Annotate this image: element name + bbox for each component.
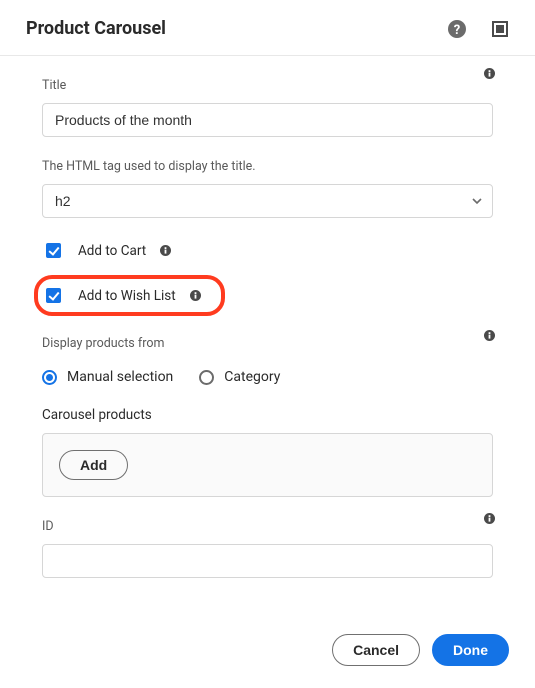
id-input[interactable] (42, 544, 493, 578)
add-button[interactable]: Add (59, 450, 128, 480)
help-icon[interactable]: ? (447, 19, 467, 39)
html-tag-select[interactable]: h2 (42, 184, 493, 218)
title-label: Title (42, 78, 493, 93)
id-field: ID (42, 519, 493, 578)
info-icon[interactable] (484, 330, 495, 341)
info-icon[interactable] (190, 290, 201, 301)
cancel-button[interactable]: Cancel (332, 634, 420, 666)
add-to-cart-row: Add to Cart (42, 240, 493, 261)
html-tag-hint: The HTML tag used to display the title. (42, 159, 493, 174)
add-to-cart-label: Add to Cart (78, 243, 146, 259)
radio-category-input[interactable] (199, 370, 214, 385)
html-tag-field: The HTML tag used to display the title. … (42, 159, 493, 218)
add-to-wish-list-checkbox[interactable] (46, 288, 61, 303)
radio-category-label: Category (224, 369, 280, 385)
add-to-cart-checkbox[interactable] (46, 243, 61, 258)
display-from-field: Display products from Manual selection C… (42, 336, 493, 385)
svg-text:?: ? (454, 23, 460, 38)
dialog-footer: Cancel Done (0, 614, 535, 688)
info-icon[interactable] (484, 68, 495, 79)
carousel-products-label: Carousel products (42, 407, 493, 423)
carousel-products-field: Carousel products Add (42, 407, 493, 497)
dialog-header: Product Carousel ? (0, 0, 535, 56)
display-from-radio-group: Manual selection Category (42, 369, 493, 385)
title-input[interactable] (42, 103, 493, 137)
add-to-wish-list-label: Add to Wish List (78, 288, 176, 304)
radio-manual[interactable]: Manual selection (42, 369, 173, 385)
radio-category[interactable]: Category (199, 369, 280, 385)
fullscreen-icon[interactable] (491, 20, 509, 38)
product-carousel-dialog: Product Carousel ? Title The HTML tag us… (0, 0, 535, 688)
highlight-ring: Add to Wish List (34, 275, 225, 316)
display-from-label: Display products from (42, 336, 493, 351)
radio-manual-input[interactable] (42, 370, 57, 385)
radio-manual-label: Manual selection (67, 369, 173, 385)
carousel-products-well: Add (42, 433, 493, 497)
done-button[interactable]: Done (432, 634, 509, 666)
info-icon[interactable] (484, 513, 495, 524)
info-icon[interactable] (160, 245, 171, 256)
add-to-wish-list-row: Add to Wish List (42, 275, 493, 316)
id-label: ID (42, 519, 493, 534)
dialog-title: Product Carousel (26, 18, 166, 39)
dialog-body: Title The HTML tag used to display the t… (0, 56, 535, 578)
title-field: Title (42, 78, 493, 137)
header-actions: ? (447, 19, 509, 39)
